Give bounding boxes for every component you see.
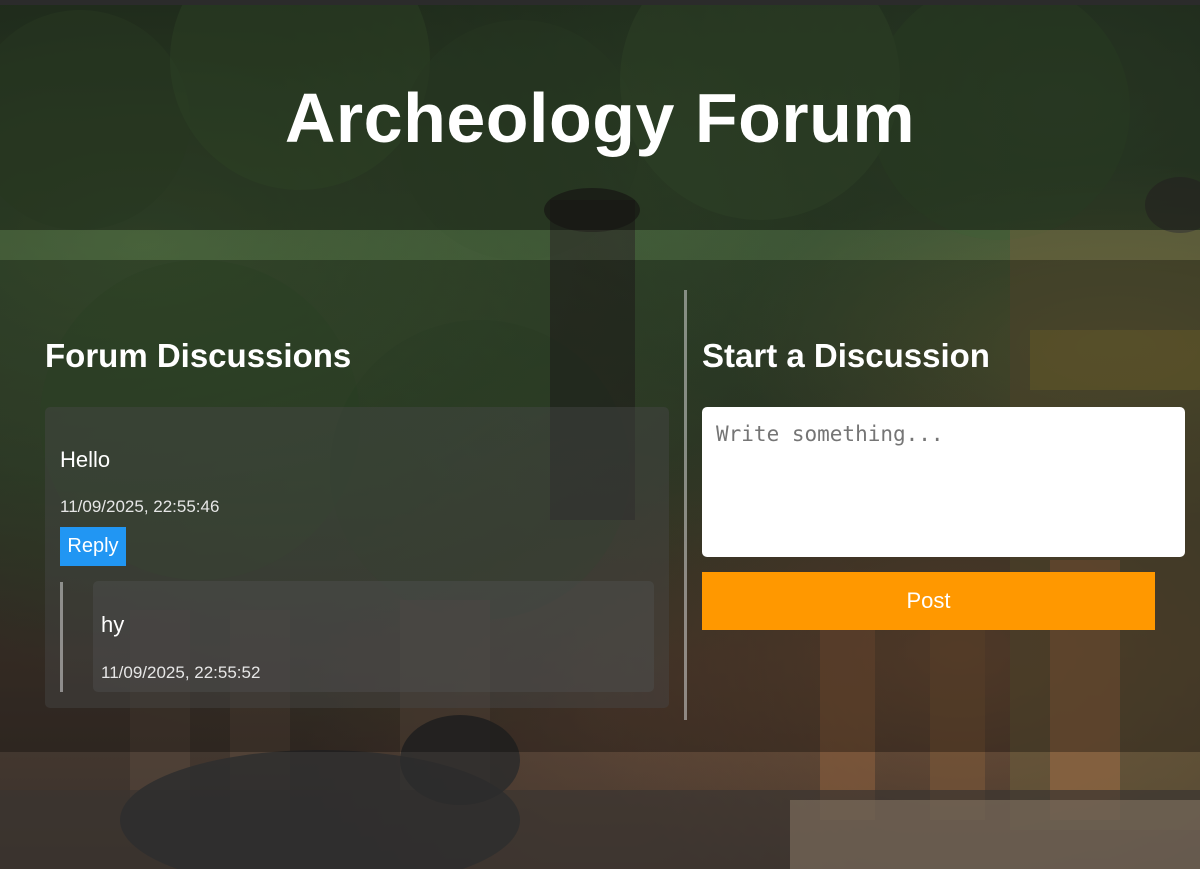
post-timestamp: 11/09/2025, 22:55:46 (60, 497, 220, 516)
forum-page: Archeology Forum Forum Discussions Hello… (0, 0, 1200, 869)
reply-button[interactable]: Reply (60, 527, 126, 566)
reply-text: hy (101, 612, 125, 637)
column-divider (684, 290, 687, 720)
post-text: Hello (60, 447, 111, 472)
post-button[interactable]: Post (702, 572, 1155, 630)
page-title: Archeology Forum (284, 79, 916, 157)
reply-thread-line (60, 582, 63, 692)
reply-timestamp: 11/09/2025, 22:55:52 (101, 663, 261, 682)
start-discussion-heading: Start a Discussion (702, 337, 990, 374)
forum-discussions-heading: Forum Discussions (45, 337, 352, 374)
discussion-input[interactable] (702, 407, 1185, 557)
